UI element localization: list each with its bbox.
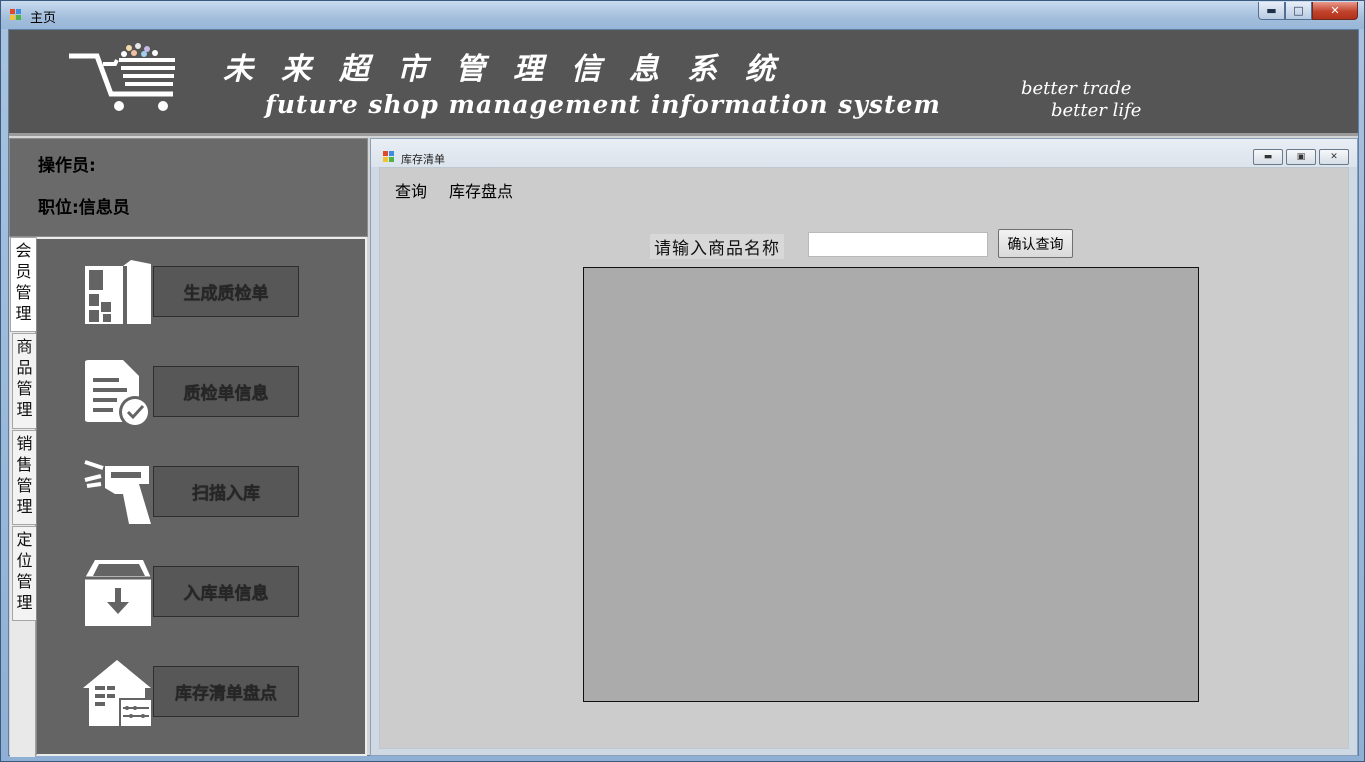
restore-icon: ▣ — [1296, 152, 1306, 162]
document-check-icon — [85, 360, 151, 428]
maximize-icon: □ — [1293, 4, 1304, 17]
slogan-line-1: better trade — [1021, 78, 1132, 99]
tab-product-management[interactable]: 商品管理 — [12, 333, 36, 429]
function-menu: 生成质检单 质检单信息 扫描入库 入库单信息 库存清单盘点 — [36, 237, 367, 756]
vertical-tab-strip: 会员管理 商品管理 销售管理 定位管理 — [10, 237, 36, 757]
close-button[interactable]: ✕ — [1312, 2, 1358, 20]
menu-item-scan-stock-in: 扫描入库 — [83, 458, 301, 528]
header-banner: 未来超市管理信息系统 future shop management inform… — [9, 30, 1358, 136]
inbox-download-icon — [85, 560, 151, 626]
minimize-icon: ▬ — [1266, 4, 1277, 17]
main-window: 主页 ▬ □ ✕ 未来超市管理信息系统 future shop manageme… — [0, 0, 1365, 762]
system-title-chinese: 未来超市管理信息系统 — [223, 52, 803, 87]
inspection-info-button[interactable]: 质检单信息 — [153, 366, 299, 417]
inventory-list-window: 库存清单 ▬ ▣ ✕ 查询 库存盘点 请输入商品名称 确认查询 — [370, 138, 1358, 756]
minimize-button[interactable]: ▬ — [1258, 2, 1285, 20]
minimize-icon: ▬ — [1263, 152, 1273, 162]
child-restore-button[interactable]: ▣ — [1286, 149, 1316, 165]
menu-item-inspection-info: 质检单信息 — [83, 358, 301, 428]
menu-inventory-count[interactable]: 库存盘点 — [449, 178, 513, 202]
close-icon: ✕ — [1330, 4, 1340, 17]
product-name-input[interactable] — [808, 232, 988, 257]
warehouse-abacus-icon — [83, 660, 153, 728]
title-bar: 主页 ▬ □ ✕ — [1, 1, 1364, 29]
position-label: 职位:信息员 — [38, 198, 130, 218]
inventory-check-button[interactable]: 库存清单盘点 — [153, 666, 299, 717]
child-close-button[interactable]: ✕ — [1319, 149, 1349, 165]
child-menubar: 查询 库存盘点 — [380, 168, 1348, 201]
client-area: 未来超市管理信息系统 future shop management inform… — [8, 29, 1359, 757]
building-icon — [85, 260, 151, 324]
operator-panel: 操作员: 职位:信息员 — [9, 138, 368, 237]
child-title-bar: 库存清单 ▬ ▣ ✕ — [371, 139, 1357, 167]
inventory-data-grid[interactable] — [583, 267, 1199, 702]
barcode-scanner-icon — [84, 460, 151, 524]
operator-label: 操作员: — [38, 156, 96, 176]
product-name-label: 请输入商品名称 — [650, 234, 784, 259]
menu-item-stock-in-info: 入库单信息 — [83, 558, 301, 628]
stock-in-info-button[interactable]: 入库单信息 — [153, 566, 299, 617]
scan-stock-in-button[interactable]: 扫描入库 — [153, 466, 299, 517]
menu-item-inventory-check: 库存清单盘点 — [83, 658, 301, 728]
slogan-line-2: better life — [1051, 100, 1142, 121]
menu-query[interactable]: 查询 — [395, 178, 427, 202]
child-app-icon — [383, 151, 395, 163]
child-window-title: 库存清单 — [401, 153, 445, 166]
window-title: 主页 — [30, 11, 57, 26]
maximize-button[interactable]: □ — [1285, 2, 1312, 20]
shopping-cart-icon — [69, 43, 175, 111]
tab-member-management[interactable]: 会员管理 — [10, 237, 36, 332]
menu-item-generate-inspection: 生成质检单 — [83, 258, 301, 328]
close-icon: ✕ — [1330, 152, 1338, 162]
child-body: 查询 库存盘点 请输入商品名称 确认查询 — [379, 167, 1349, 749]
tab-sales-management[interactable]: 销售管理 — [12, 430, 36, 525]
system-title-english: future shop management information syste… — [265, 90, 941, 119]
tab-location-management[interactable]: 定位管理 — [12, 526, 36, 621]
confirm-query-button[interactable]: 确认查询 — [998, 229, 1073, 258]
app-icon — [10, 9, 22, 21]
child-minimize-button[interactable]: ▬ — [1253, 149, 1283, 165]
generate-inspection-button[interactable]: 生成质检单 — [153, 266, 299, 317]
